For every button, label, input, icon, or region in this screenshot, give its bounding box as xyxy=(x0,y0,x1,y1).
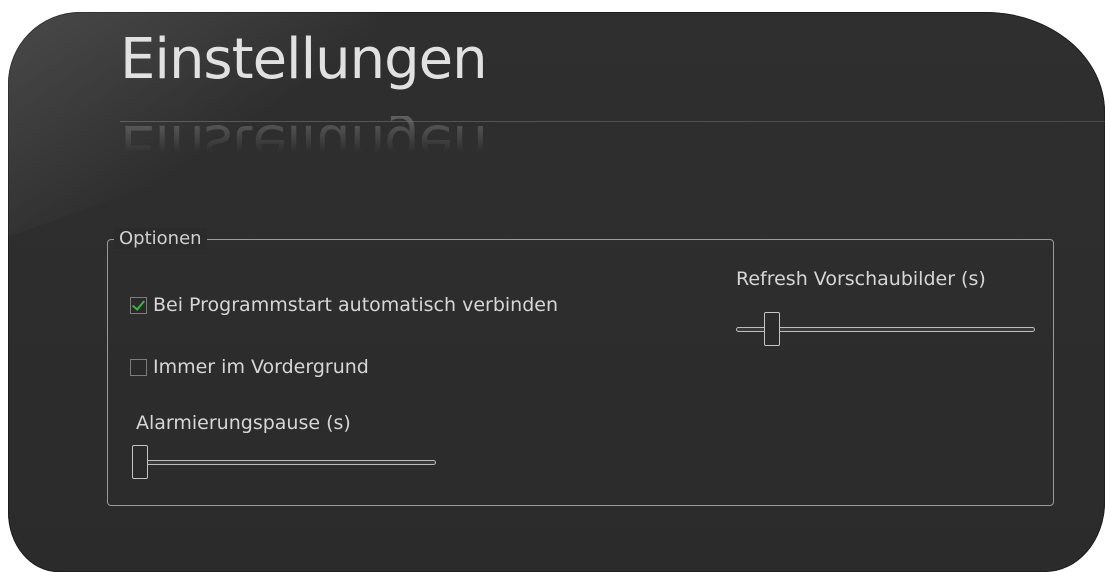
refresh-preview-slider[interactable] xyxy=(736,310,1035,350)
always-on-top-label: Immer im Vordergrund xyxy=(153,356,369,378)
alarm-pause-slider[interactable] xyxy=(132,443,436,483)
auto-connect-checkbox[interactable] xyxy=(130,296,147,314)
auto-connect-option[interactable]: Bei Programmstart automatisch verbinden xyxy=(130,294,558,316)
title-divider xyxy=(120,121,1105,122)
title-reflection: Einstellungen xyxy=(120,112,487,177)
alarm-pause-label: Alarmierungspause (s) xyxy=(136,412,351,434)
options-groupbox: Optionen Bei Programmstart automatisch v… xyxy=(107,228,1054,506)
options-group-label: Optionen xyxy=(114,228,207,249)
alarm-pause-track[interactable] xyxy=(132,460,436,465)
refresh-preview-thumb[interactable] xyxy=(764,312,780,346)
auto-connect-label: Bei Programmstart automatisch verbinden xyxy=(153,294,558,316)
always-on-top-option[interactable]: Immer im Vordergrund xyxy=(130,356,369,378)
always-on-top-checkbox[interactable] xyxy=(130,358,147,376)
settings-window: Einstellungen Einstellungen Optionen Bei… xyxy=(8,12,1105,572)
refresh-preview-label: Refresh Vorschaubilder (s) xyxy=(736,268,986,290)
alarm-pause-thumb[interactable] xyxy=(132,445,148,479)
refresh-preview-track[interactable] xyxy=(736,327,1035,332)
page-title: Einstellungen xyxy=(120,27,488,92)
